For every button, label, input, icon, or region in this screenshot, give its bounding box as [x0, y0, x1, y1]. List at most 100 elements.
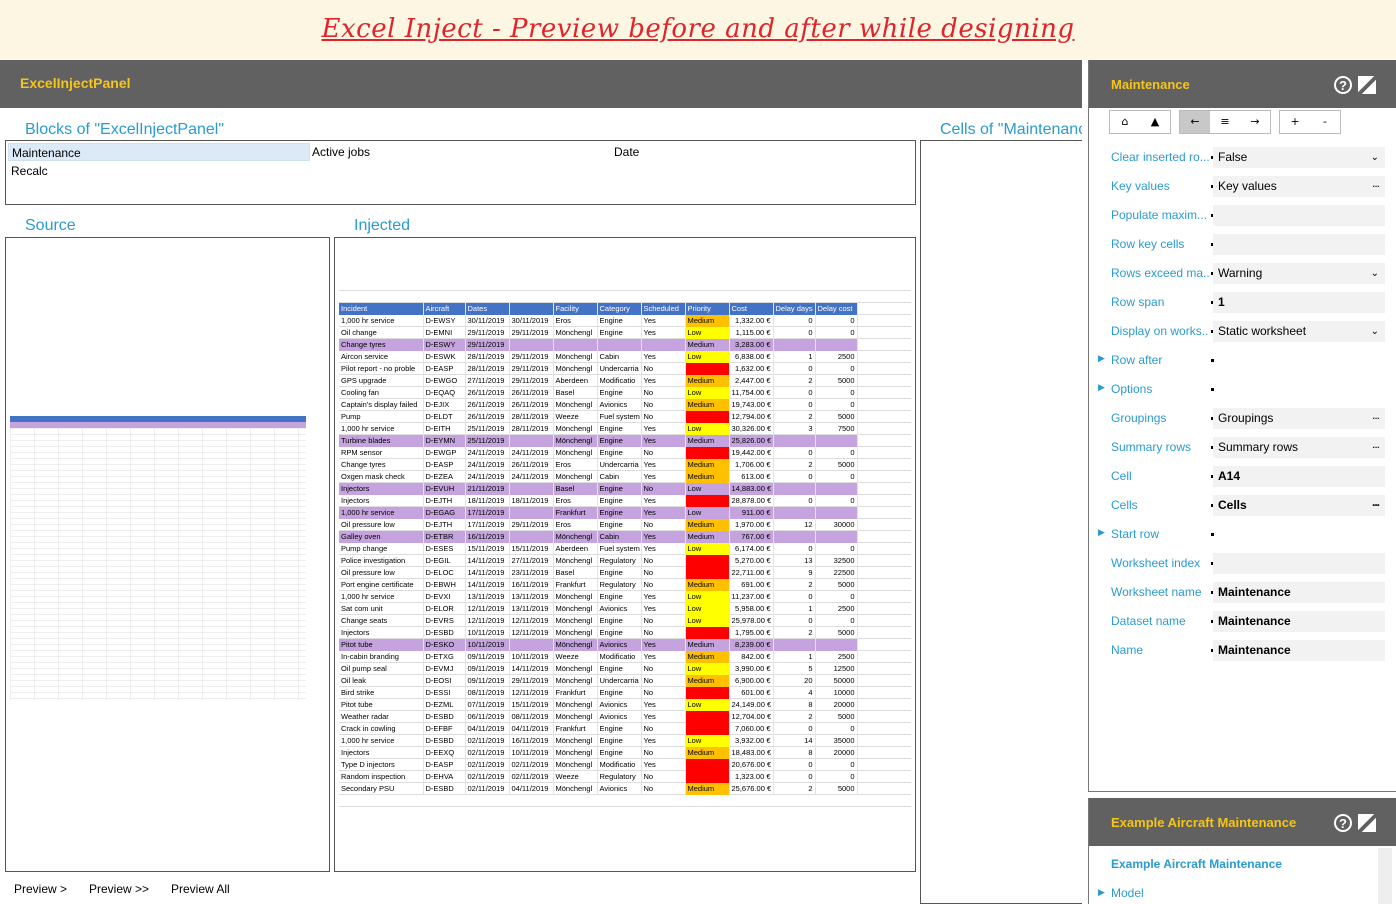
- property-value[interactable]: False ⌄: [1213, 147, 1385, 168]
- property-value[interactable]: Maintenance: [1213, 611, 1385, 632]
- sheet-cell: Low: [685, 351, 730, 363]
- sheet-row: Pilot report - no proble D-EASP 28/11/2019…: [339, 363, 858, 375]
- sheet-cell: 29/11/2019: [509, 327, 554, 339]
- sheet-cell: 0: [773, 387, 816, 399]
- property-value[interactable]: Maintenance: [1213, 640, 1385, 661]
- preview-next-button[interactable]: Preview >: [14, 882, 67, 896]
- property-row[interactable]: Rows exceed ma... Warning ⌄: [1089, 263, 1396, 285]
- property-value[interactable]: Summary rows...: [1213, 437, 1385, 458]
- sheet-row: Change seats D-EVRS 12/11/2019 12/11/2019 Mö…: [339, 615, 858, 627]
- up-button[interactable]: ▲: [1140, 111, 1170, 133]
- property-row[interactable]: ▶ Row after: [1089, 350, 1396, 372]
- expand-arrow-icon[interactable]: ▶: [1098, 354, 1105, 364]
- sheet-cell: 0: [815, 543, 858, 555]
- block-item-maintenance[interactable]: Maintenance: [8, 143, 310, 161]
- sheet-cell: 24/11/2019: [465, 447, 510, 459]
- property-value[interactable]: Maintenance: [1213, 582, 1385, 603]
- property-row[interactable]: Row key cells: [1089, 234, 1396, 256]
- expand-arrow-icon[interactable]: ▶: [1098, 888, 1105, 898]
- sheet-row: Galley oven D-ETBR 16/11/2019 Mönchengl Cabi…: [339, 531, 858, 543]
- sheet-cell: Injectors: [339, 483, 424, 495]
- property-row[interactable]: Worksheet name Maintenance: [1089, 582, 1396, 604]
- pin-icon[interactable]: [1358, 814, 1376, 832]
- move-right-button[interactable]: →: [1240, 111, 1270, 133]
- sheet-cell: 29/11/2019: [509, 363, 554, 375]
- property-value[interactable]: Warning ⌄: [1213, 263, 1385, 284]
- sheet-cell: 26/11/2019: [509, 399, 554, 411]
- preview-step-button[interactable]: Preview >>: [89, 882, 149, 896]
- move-left-button[interactable]: ←: [1180, 111, 1210, 133]
- property-row[interactable]: Populate maxim...: [1089, 205, 1396, 227]
- property-value[interactable]: [1213, 553, 1385, 574]
- property-row[interactable]: Clear inserted ro... False ⌄: [1089, 147, 1396, 169]
- property-value[interactable]: A14: [1213, 466, 1385, 487]
- sheet-cell: D-ESWK: [423, 351, 466, 363]
- sheet-cell: 911.00 €: [729, 507, 774, 519]
- preview-all-button[interactable]: Preview All: [171, 882, 230, 896]
- pin-icon[interactable]: [1358, 76, 1376, 94]
- property-value[interactable]: Cells...: [1213, 495, 1385, 516]
- block-item-active-jobs[interactable]: Active jobs: [312, 145, 370, 159]
- sheet-cell: 32500: [815, 555, 858, 567]
- sheet-cell: Yes: [641, 459, 686, 471]
- property-row[interactable]: Dataset name Maintenance: [1089, 611, 1396, 633]
- property-value[interactable]: Groupings...: [1213, 408, 1385, 429]
- property-row[interactable]: Cell A14: [1089, 466, 1396, 488]
- sheet-header-cell: Incident: [339, 303, 424, 315]
- sheet-cell: Yes: [641, 471, 686, 483]
- expand-arrow-icon[interactable]: ▶: [1098, 528, 1105, 538]
- property-row[interactable]: ▶ Options: [1089, 379, 1396, 401]
- sheet-cell: Mönchengl: [553, 447, 598, 459]
- home-button[interactable]: ⌂: [1110, 111, 1140, 133]
- sheet-cell: 13/11/2019: [509, 603, 554, 615]
- help-icon[interactable]: ?: [1334, 814, 1352, 832]
- sheet-row: Oxgen mask check D-EZEA 24/11/2019 24/11/20…: [339, 471, 858, 483]
- property-value[interactable]: [1213, 379, 1385, 400]
- property-value[interactable]: Static worksheet ⌄: [1213, 321, 1385, 342]
- property-row[interactable]: Row span 1: [1089, 292, 1396, 314]
- center-button[interactable]: ≡: [1210, 111, 1240, 133]
- sheet-cell: 0: [815, 363, 858, 375]
- property-value[interactable]: Key values...: [1213, 176, 1385, 197]
- sheet-cell: High: [685, 363, 730, 375]
- help-icon[interactable]: ?: [1334, 76, 1352, 94]
- dropdown-chevron-icon[interactable]: ⌄: [1371, 263, 1379, 284]
- sheet-cell: 20: [773, 675, 816, 687]
- ellipsis-icon[interactable]: ...: [1372, 434, 1380, 455]
- scrollbar[interactable]: [1378, 848, 1392, 904]
- sheet-row: Turbine blades D-EYMN 25/11/2019 Mönchengl E…: [339, 435, 858, 447]
- sheet-row: Weather radar D-ESBD 06/11/2019 08/11/2019 M…: [339, 711, 858, 723]
- sheet-cell: 0: [773, 591, 816, 603]
- expand-arrow-icon[interactable]: ▶: [1098, 383, 1105, 393]
- property-value[interactable]: [1213, 234, 1385, 255]
- block-item-date[interactable]: Date: [614, 145, 639, 159]
- ellipsis-icon[interactable]: ...: [1372, 405, 1380, 426]
- property-row[interactable]: Worksheet index: [1089, 553, 1396, 575]
- sheet-cell: 0: [815, 495, 858, 507]
- property-value[interactable]: [1213, 205, 1385, 226]
- property-row[interactable]: Summary rows Summary rows...: [1089, 437, 1396, 459]
- sheet-cell: 16/11/2019: [465, 531, 510, 543]
- dropdown-chevron-icon[interactable]: ⌄: [1371, 147, 1379, 168]
- property-row[interactable]: Name Maintenance: [1089, 640, 1396, 662]
- model-panel-title: Example Aircraft Maintenance: [1111, 815, 1297, 830]
- property-row[interactable]: ▶ Start row: [1089, 524, 1396, 546]
- sheet-cell: 10/11/2019: [509, 651, 554, 663]
- sheet-cell: Avionics: [597, 399, 642, 411]
- property-row[interactable]: Display on works... Static worksheet ⌄: [1089, 321, 1396, 343]
- property-row[interactable]: Groupings Groupings...: [1089, 408, 1396, 430]
- add-button[interactable]: +: [1280, 111, 1310, 133]
- ellipsis-icon[interactable]: ...: [1372, 173, 1380, 194]
- sheet-cell: Medium: [685, 747, 730, 759]
- remove-button[interactable]: -: [1310, 111, 1340, 133]
- sheet-cell: No: [641, 567, 686, 579]
- dropdown-chevron-icon[interactable]: ⌄: [1371, 321, 1379, 342]
- property-row[interactable]: Key values Key values...: [1089, 176, 1396, 198]
- property-value[interactable]: [1213, 350, 1385, 371]
- model-link[interactable]: Example Aircraft Maintenance: [1111, 857, 1282, 871]
- property-value[interactable]: 1: [1213, 292, 1385, 313]
- property-row[interactable]: Cells Cells...: [1089, 495, 1396, 517]
- ellipsis-icon[interactable]: ...: [1372, 492, 1380, 513]
- property-value[interactable]: [1213, 524, 1385, 545]
- block-item-recalc[interactable]: Recalc: [11, 164, 48, 178]
